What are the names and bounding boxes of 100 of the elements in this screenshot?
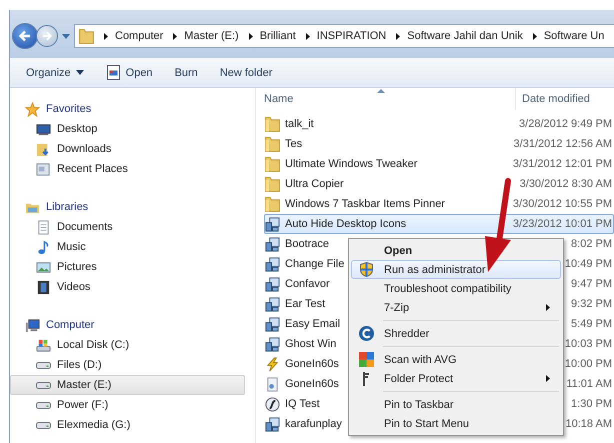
file-row[interactable]: Auto Hide Desktop Icons 3/23/2012 10:01 PM	[264, 214, 614, 234]
file-name[interactable]: Windows 7 Taskbar Items Pinner	[285, 198, 445, 210]
file-name[interactable]: Ghost Win	[285, 338, 336, 350]
sidebar-item[interactable]: Music	[10, 237, 245, 257]
file-name[interactable]: IQ Test	[285, 398, 320, 410]
file-name[interactable]: Easy Email	[285, 318, 340, 330]
sidebar-item[interactable]: Documents	[10, 217, 245, 237]
sort-arrow-icon	[377, 89, 385, 93]
sidebar-item[interactable]: Power (F:)	[10, 395, 245, 415]
drive-icon	[36, 382, 51, 388]
file-name: Auto Hide Desktop Icons	[285, 218, 406, 230]
date-modified: 3/31/2012 12:01 PM	[512, 158, 612, 170]
toolbar-button[interactable]: New folder	[212, 62, 280, 82]
forward-button[interactable]	[36, 25, 58, 47]
sidebar-group-header[interactable]: Favorites	[10, 99, 255, 119]
document-icon	[36, 220, 51, 234]
address-bar[interactable]: Computer Master (E:) Brilliant INSPIRATION Software Jahil dan Unik Software Un	[74, 24, 614, 48]
chevron-right-icon[interactable]	[173, 32, 178, 40]
chevron-right-icon[interactable]	[396, 32, 400, 40]
menu-item[interactable]: Run as administrator	[351, 260, 561, 279]
file-name[interactable]: GoneIn60s	[285, 358, 339, 370]
breadcrumb[interactable]: Software Jahil dan Unik	[407, 30, 523, 42]
file-name[interactable]: Change File	[285, 258, 344, 270]
sidebar-item[interactable]: Downloads	[10, 139, 245, 159]
sidebar-item[interactable]: Master (E:)	[10, 375, 245, 395]
menu-item[interactable]: Shredder	[351, 324, 561, 343]
sidebar-group-header[interactable]: Computer	[10, 315, 255, 335]
sidebar-item[interactable]: Videos	[10, 277, 245, 297]
date-modified: 9:47 PM	[571, 278, 612, 290]
file-icon	[265, 376, 280, 392]
music-note-icon	[36, 240, 51, 254]
application-icon	[265, 296, 280, 312]
computer-icon	[25, 318, 40, 332]
file-name[interactable]: Confavor	[285, 278, 330, 290]
system-drive-icon	[36, 338, 51, 352]
folder-download-icon	[36, 142, 51, 156]
sidebar-item[interactable]: Elexmedia (G:)	[10, 415, 245, 435]
date-modified: 10:49 PM	[564, 258, 612, 270]
menu-item[interactable]: Folder Protect	[351, 369, 561, 388]
dropdown-arrow-icon[interactable]	[62, 34, 70, 38]
application-icon	[265, 236, 280, 252]
date-modified: 3/31/2012 12:56 AM	[514, 138, 612, 150]
window-icon	[106, 65, 121, 80]
sidebar-group-header[interactable]: Libraries	[10, 197, 255, 217]
chevron-right-icon[interactable]	[104, 32, 108, 40]
sidebar-item[interactable]: Desktop	[10, 119, 245, 139]
column-header[interactable]: Date modified	[516, 88, 590, 110]
file-name[interactable]: Ear Test	[285, 298, 326, 310]
lightning-icon	[265, 356, 280, 372]
file-name[interactable]: talk_it	[285, 118, 314, 130]
date-modified: 5:49 PM	[571, 318, 612, 330]
file-name[interactable]: Ultimate Windows Tweaker	[285, 158, 418, 170]
shield-icon	[358, 262, 374, 277]
file-name[interactable]: Ultra Copier	[285, 178, 344, 190]
breadcrumb[interactable]: Brilliant	[260, 30, 296, 42]
date-modified: 3/28/2012 9:49 PM	[519, 118, 612, 130]
menu-item[interactable]: Troubleshoot compatibility	[351, 279, 561, 298]
toolbar-button[interactable]: Burn	[166, 62, 206, 82]
folder-icon	[265, 196, 280, 212]
column-header[interactable]: Name	[264, 88, 516, 110]
date-modified: 10:03 PM	[564, 338, 612, 350]
file-name[interactable]: GoneIn60s	[285, 378, 339, 390]
flash-icon	[265, 396, 280, 412]
application-icon	[265, 216, 280, 232]
toolbar-button[interactable]: Organize	[18, 62, 92, 82]
chevron-right-icon[interactable]	[306, 32, 310, 40]
chevron-right-icon[interactable]	[532, 32, 537, 40]
chevron-right-icon[interactable]	[248, 32, 253, 40]
arrow-right-icon	[42, 31, 52, 41]
sidebar-item[interactable]: Files (D:)	[10, 355, 245, 375]
toolbar-button[interactable]: Open	[98, 61, 161, 84]
menu-item[interactable]: 7-Zip	[351, 298, 561, 317]
menu-item[interactable]: Pin to Start Menu	[351, 414, 561, 433]
folder-icon	[79, 28, 94, 44]
breadcrumb[interactable]: Master (E:)	[184, 30, 239, 42]
film-icon	[36, 280, 51, 294]
file-name[interactable]: karafunplay	[285, 418, 342, 430]
back-button[interactable]	[12, 23, 38, 49]
file-name[interactable]: Tes	[285, 138, 302, 150]
breadcrumb[interactable]: Computer	[115, 30, 164, 42]
menu-item[interactable]: Pin to Taskbar	[351, 395, 561, 414]
colored-squares-icon	[358, 352, 374, 367]
recent-places-icon	[36, 162, 51, 176]
file-name[interactable]: Bootrace	[285, 238, 330, 250]
circle-logo-icon	[358, 326, 374, 341]
date-modified: 11:01 AM	[566, 378, 612, 390]
breadcrumb[interactable]: INSPIRATION	[316, 30, 386, 42]
breadcrumb[interactable]: Software Un	[544, 30, 604, 42]
sidebar-item[interactable]: Local Disk (C:)	[10, 335, 245, 355]
sidebar-item[interactable]: Pictures	[10, 257, 245, 277]
key-icon	[363, 372, 369, 386]
submenu-arrow-icon	[546, 304, 550, 311]
folder-icon	[265, 136, 280, 152]
sidebar-item[interactable]: Recent Places	[10, 159, 245, 179]
date-modified: 10:00 PM	[564, 358, 612, 370]
menu-item[interactable]: Open	[351, 241, 561, 260]
caret-icon	[76, 70, 84, 75]
menu-item[interactable]: Scan with AVG	[351, 350, 561, 369]
folder-icon	[265, 116, 280, 132]
date-modified: 10:18 AM	[566, 418, 612, 430]
